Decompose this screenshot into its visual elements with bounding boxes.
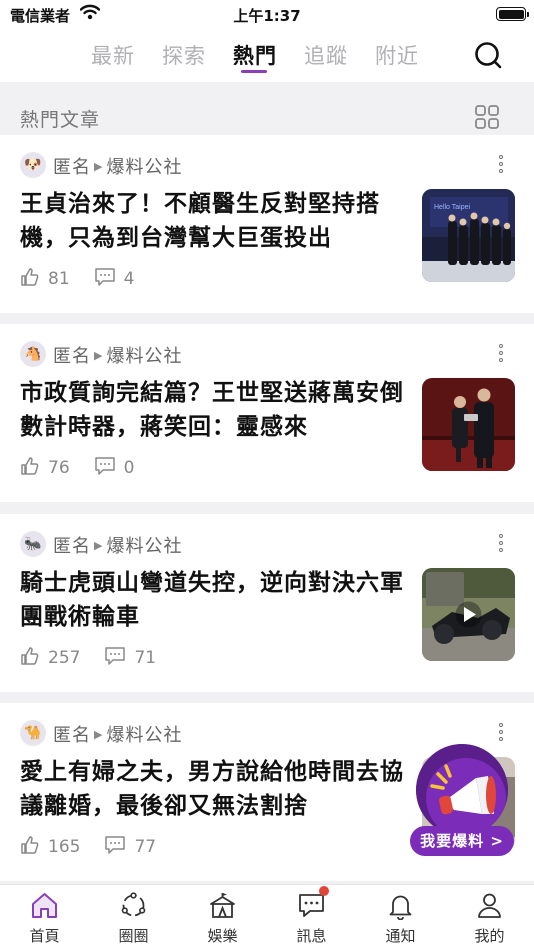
report-fab[interactable]: 我要爆料 >	[410, 744, 514, 860]
author-name: 匿名	[53, 725, 91, 746]
like-count: 257	[48, 648, 81, 668]
bottom-tab-label: 通知	[385, 927, 416, 945]
post-thumbnail[interactable]	[422, 378, 515, 471]
board-name[interactable]: 爆料公社	[106, 153, 182, 179]
caret-right-icon: ▶	[94, 727, 104, 741]
comment-count: 77	[134, 837, 157, 857]
board-name[interactable]: 爆料公社	[106, 532, 182, 558]
comment-icon[interactable]	[104, 646, 126, 671]
tab-nearby[interactable]: 附近	[375, 40, 419, 70]
post-thumbnail[interactable]	[422, 568, 515, 661]
post-meta: 匿名 ▶ 爆料公社	[53, 532, 182, 558]
avatar[interactable]: 🐶	[20, 152, 46, 178]
post-stats: 76 0	[20, 456, 135, 481]
like-count: 76	[48, 458, 70, 478]
post-thumbnail[interactable]: Hello Taipei	[422, 189, 515, 282]
caret-right-icon: ▶	[94, 159, 104, 173]
bottom-tab-label: 圈圈	[118, 927, 149, 945]
post-stats: 81 4	[20, 267, 135, 292]
bottom-tab-label: 娛樂	[207, 927, 238, 945]
tab-popular[interactable]: 熱門	[233, 40, 277, 70]
caret-right-icon: ▶	[94, 348, 104, 362]
comment-icon[interactable]	[94, 267, 116, 292]
board-name[interactable]: 爆料公社	[106, 342, 182, 368]
circle-arrows-icon	[121, 892, 146, 917]
bottom-tab-label: 首頁	[29, 927, 60, 945]
bottom-tab-profile[interactable]: 我的	[445, 885, 534, 950]
section-header: 熱門文章	[0, 95, 534, 135]
post-stats: 165 77	[20, 835, 157, 860]
clock: 上午1:37	[233, 7, 301, 25]
search-icon[interactable]	[473, 40, 503, 74]
avatar[interactable]: 🐪	[20, 720, 46, 746]
comment-count: 4	[123, 269, 135, 289]
post-title[interactable]: 愛上有婦之夫，男方說給他時間去協議離婚，最後卻又無法割捨	[20, 755, 412, 823]
post-meta: 匿名 ▶ 爆料公社	[53, 721, 182, 747]
post-stats: 257 71	[20, 646, 157, 671]
more-options-icon[interactable]	[496, 723, 506, 743]
top-tab-bar: 最新 探索 熱門 追蹤 附近	[0, 30, 534, 82]
like-count: 81	[48, 269, 70, 289]
tab-latest[interactable]: 最新	[91, 40, 135, 70]
more-options-icon[interactable]	[496, 155, 506, 175]
thumbs-up-icon[interactable]	[20, 646, 40, 671]
thumbs-up-icon[interactable]	[20, 267, 40, 292]
comment-icon[interactable]	[94, 456, 116, 481]
like-count: 165	[48, 837, 81, 857]
bottom-tab-home[interactable]: 首頁	[0, 885, 89, 950]
person-icon	[478, 893, 501, 918]
comment-count: 71	[134, 648, 157, 668]
report-button-label[interactable]: 我要爆料 >	[410, 826, 514, 856]
bottom-tab-label: 我的	[474, 927, 505, 945]
post-card[interactable]: 🐶 匿名 ▶ 爆料公社 王貞治來了！不顧醫生反對堅持搭機，只為到台灣幫大巨蛋投出…	[0, 135, 534, 313]
bottom-tab-circles[interactable]: 圈圈	[89, 885, 178, 950]
avatar[interactable]: 🐴	[20, 341, 46, 367]
author-name: 匿名	[53, 346, 91, 367]
more-options-icon[interactable]	[496, 534, 506, 554]
bottom-tab-label: 訊息	[296, 927, 327, 945]
thumbs-up-icon[interactable]	[20, 456, 40, 481]
section-title: 熱門文章	[20, 109, 101, 131]
battery-icon	[496, 7, 529, 21]
bottom-tab-entertainment[interactable]: 娛樂	[178, 885, 267, 950]
caret-right-icon: ▶	[94, 538, 104, 552]
megaphone-icon[interactable]	[416, 744, 508, 836]
tab-following[interactable]: 追蹤	[304, 40, 348, 70]
post-card[interactable]: 🐜 匿名 ▶ 爆料公社 騎士虎頭山彎道失控，逆向對決六軍團戰術輪車 257 71	[0, 514, 534, 692]
status-bar: 電信業者 上午1:37	[0, 0, 534, 30]
more-options-icon[interactable]	[496, 344, 506, 364]
post-title[interactable]: 市政質詢完結篇？王世堅送蔣萬安倒數計時器，蔣笑回：靈感來	[20, 376, 412, 444]
active-tab-indicator	[241, 70, 267, 73]
home-icon	[32, 893, 57, 918]
post-meta: 匿名 ▶ 爆料公社	[53, 342, 182, 368]
bottom-tab-bar: 首頁 圈圈 娛樂 訊息 通知 我的	[0, 884, 534, 950]
circus-tent-icon	[210, 893, 235, 918]
thumbs-up-icon[interactable]	[20, 835, 40, 860]
board-name[interactable]: 爆料公社	[106, 721, 182, 747]
svg-text:Hello Taipei: Hello Taipei	[434, 204, 471, 211]
author-name: 匿名	[53, 536, 91, 557]
bottom-tab-messages[interactable]: 訊息	[267, 885, 356, 950]
author-name: 匿名	[53, 157, 91, 178]
bell-icon	[389, 895, 412, 920]
post-title[interactable]: 騎士虎頭山彎道失控，逆向對決六軍團戰術輪車	[20, 566, 412, 634]
grid-view-icon[interactable]	[474, 104, 500, 134]
avatar[interactable]: 🐜	[20, 531, 46, 557]
post-meta: 匿名 ▶ 爆料公社	[53, 153, 182, 179]
unread-badge	[319, 886, 329, 896]
comment-icon[interactable]	[104, 835, 126, 860]
tab-explore[interactable]: 探索	[162, 40, 206, 70]
post-card[interactable]: 🐴 匿名 ▶ 爆料公社 市政質詢完結篇？王世堅送蔣萬安倒數計時器，蔣笑回：靈感來…	[0, 324, 534, 502]
bottom-tab-notifications[interactable]: 通知	[356, 885, 445, 950]
comment-count: 0	[123, 458, 135, 478]
post-title[interactable]: 王貞治來了！不顧醫生反對堅持搭機，只為到台灣幫大巨蛋投出	[20, 187, 412, 255]
